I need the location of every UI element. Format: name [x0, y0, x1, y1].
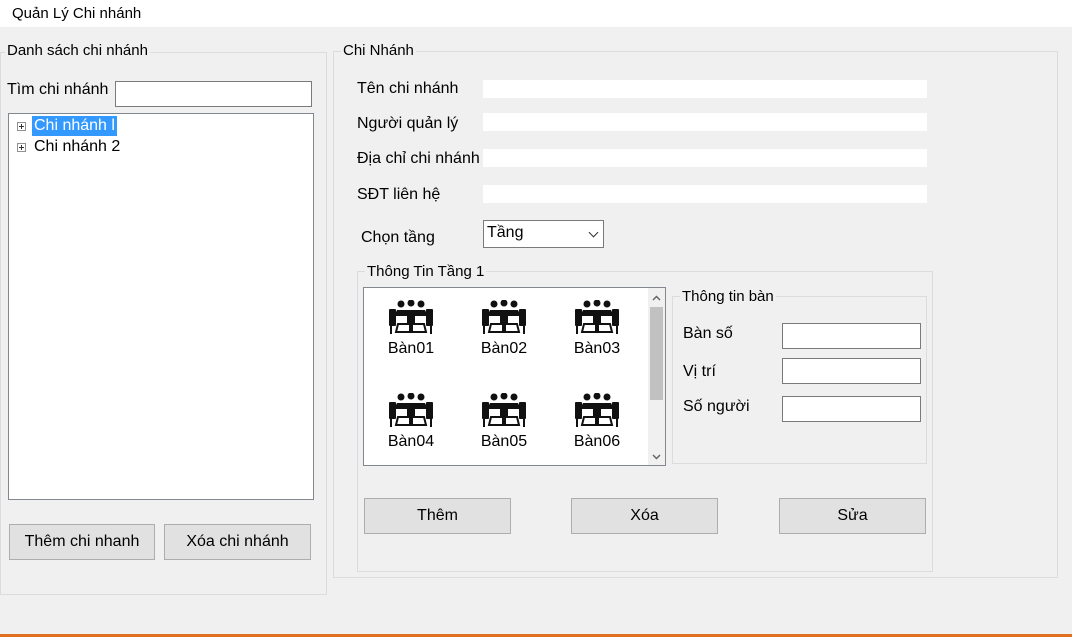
phone-field[interactable] [483, 185, 927, 203]
tree-item-label: Chi nhánh l [32, 116, 117, 136]
search-input[interactable] [115, 81, 312, 107]
table-position-label: Vị trí [683, 363, 716, 380]
table-item[interactable]: Bàn06 [562, 393, 632, 451]
table-label: Bàn03 [573, 340, 621, 357]
manager-label: Người quản lý [357, 115, 459, 132]
table-people-field[interactable] [782, 396, 921, 422]
floor-label: Chọn tầng [361, 229, 435, 246]
add-table-button[interactable]: Thêm [364, 498, 511, 534]
search-label: Tìm chi nhánh [7, 81, 109, 98]
table-label: Bàn02 [480, 340, 528, 357]
window-title: Quản Lý Chi nhánh [12, 5, 142, 22]
tree-item[interactable]: Chi nhánh 2 [17, 137, 122, 157]
floor-select[interactable]: Tầng [483, 220, 604, 248]
scroll-up-icon[interactable] [652, 294, 661, 303]
branch-detail-group-title: Chi Nhánh [341, 42, 416, 59]
meeting-table-icon [482, 393, 526, 427]
add-branch-button[interactable]: Thêm chi nhanh [9, 524, 155, 560]
scroll-thumb[interactable] [650, 307, 663, 400]
table-item[interactable]: Bàn01 [376, 300, 446, 358]
table-label: Bàn06 [573, 433, 621, 450]
floor-info-group-title: Thông Tin Tầng 1 [365, 263, 487, 280]
manager-field[interactable] [483, 113, 927, 131]
table-item[interactable]: Bàn04 [376, 393, 446, 451]
edit-table-button[interactable]: Sửa [779, 498, 926, 534]
scroll-down-icon[interactable] [652, 452, 661, 461]
table-number-label: Bàn số [683, 325, 733, 342]
expand-plus-icon[interactable] [17, 142, 26, 152]
tree-item[interactable]: Chi nhánh l [17, 116, 117, 136]
tree-item-label: Chi nhánh 2 [34, 138, 121, 155]
meeting-table-icon [389, 393, 433, 427]
table-label: Bàn01 [387, 340, 435, 357]
delete-table-button[interactable]: Xóa [571, 498, 718, 534]
floor-select-value: Tầng [487, 224, 524, 241]
branch-name-field[interactable] [483, 80, 927, 98]
meeting-table-icon [575, 393, 619, 427]
branch-list-group-title: Danh sách chi nhánh [5, 42, 150, 59]
branch-name-label: Tên chi nhánh [357, 80, 459, 97]
chevron-down-icon[interactable] [588, 227, 599, 238]
table-label: Bàn04 [387, 433, 435, 450]
meeting-table-icon [482, 300, 526, 334]
table-item[interactable]: Bàn03 [562, 300, 632, 358]
phone-label: SĐT liên hệ [357, 186, 441, 203]
table-info-group-title: Thông tin bàn [680, 288, 776, 305]
table-number-field[interactable] [782, 323, 921, 349]
table-item[interactable]: Bàn05 [469, 393, 539, 451]
expand-plus-icon[interactable] [17, 121, 26, 131]
table-list-scrollbar[interactable] [648, 288, 665, 465]
title-bar: Quản Lý Chi nhánh [0, 0, 1072, 27]
meeting-table-icon [389, 300, 433, 334]
table-item[interactable]: Bàn02 [469, 300, 539, 358]
address-label: Địa chỉ chi nhánh [357, 150, 480, 167]
meeting-table-icon [575, 300, 619, 334]
branch-tree[interactable]: Chi nhánh l Chi nhánh 2 [8, 113, 314, 500]
delete-branch-button[interactable]: Xóa chi nhánh [164, 524, 311, 560]
table-people-label: Số người [683, 398, 750, 415]
address-field[interactable] [483, 149, 927, 167]
table-list[interactable]: Bàn01 Bàn02 Bàn03 Bàn04 Bàn05 Bàn06 [363, 287, 666, 466]
table-position-field[interactable] [782, 358, 921, 384]
table-label: Bàn05 [480, 433, 528, 450]
